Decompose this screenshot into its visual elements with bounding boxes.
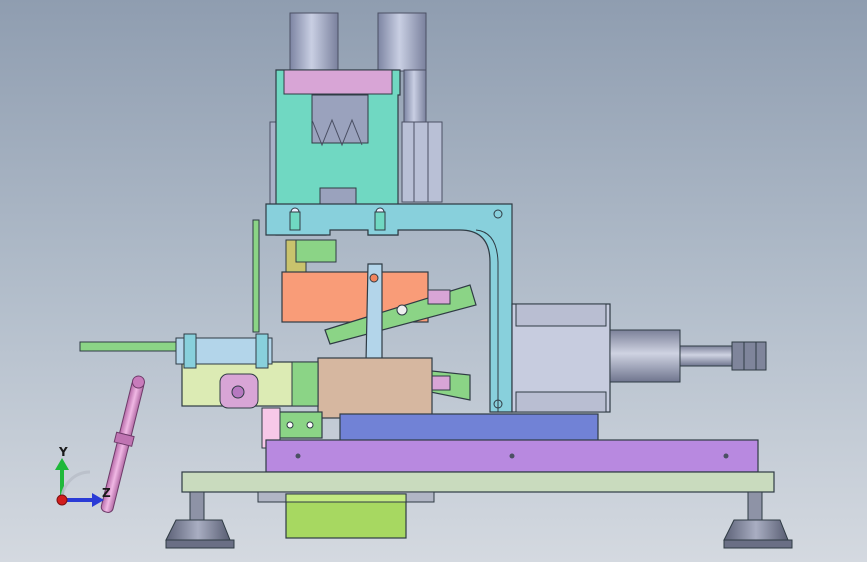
tan-block[interactable]: [317, 357, 433, 419]
left-rail[interactable]: [79, 333, 273, 369]
blue-plate[interactable]: [339, 413, 599, 443]
cad-viewport[interactable]: Y Z: [0, 0, 867, 562]
z-axis-label: Z: [102, 486, 111, 500]
head-plate: [283, 69, 393, 95]
left-foot[interactable]: [165, 491, 235, 549]
violet-plate[interactable]: [265, 439, 759, 473]
lower-box[interactable]: [285, 493, 407, 539]
y-arrow-icon: [55, 458, 69, 470]
right-foot[interactable]: [723, 491, 793, 549]
horizontal-actuator[interactable]: [511, 303, 767, 413]
assembly-view[interactable]: Y Z: [0, 0, 867, 562]
cream-block[interactable]: [181, 361, 319, 409]
orientation-triad: Y Z: [55, 445, 111, 507]
base-plate[interactable]: [181, 471, 775, 503]
y-axis-label: Y: [58, 445, 68, 459]
